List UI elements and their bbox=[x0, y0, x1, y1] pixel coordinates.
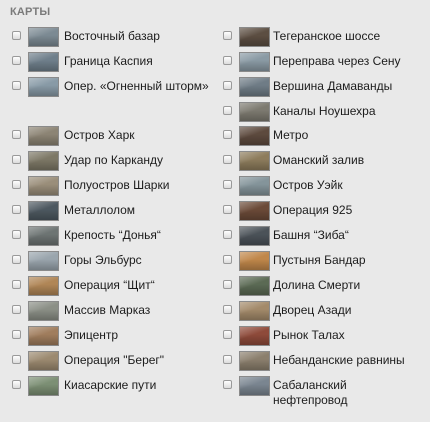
map-checkbox[interactable] bbox=[12, 330, 21, 339]
map-label: Небанданские равнины bbox=[273, 353, 405, 367]
map-label: Переправа через Сену bbox=[273, 54, 401, 68]
map-checkbox[interactable] bbox=[12, 155, 21, 164]
map-thumbnail bbox=[239, 126, 270, 146]
map-thumbnail bbox=[28, 376, 59, 396]
map-label: Эпицентр bbox=[64, 328, 119, 342]
map-thumbnail bbox=[239, 351, 270, 371]
map-thumbnail bbox=[239, 276, 270, 296]
map-label: Операция 925 bbox=[273, 203, 353, 217]
map-label: Полуостров Шарки bbox=[64, 178, 170, 192]
map-label: Дворец Азади bbox=[273, 303, 352, 317]
map-checkbox[interactable] bbox=[223, 255, 232, 264]
map-thumbnail bbox=[28, 226, 59, 246]
map-thumbnail bbox=[28, 276, 59, 296]
map-checkbox[interactable] bbox=[12, 180, 21, 189]
map-label: Тегеранское шоссе bbox=[273, 29, 381, 43]
map-thumbnail bbox=[239, 77, 270, 97]
map-thumbnail bbox=[28, 251, 59, 271]
map-label: Киасарские пути bbox=[64, 378, 157, 392]
map-label: Вершина Дамаванды bbox=[273, 79, 393, 93]
map-label: Опер. «Огненный шторм» bbox=[64, 79, 209, 93]
map-label: Оманский залив bbox=[273, 153, 365, 167]
map-label: Долина Смерти bbox=[273, 278, 361, 292]
map-label: Рынок Талах bbox=[273, 328, 345, 342]
map-thumbnail bbox=[28, 201, 59, 221]
map-checkbox[interactable] bbox=[12, 56, 21, 65]
map-thumbnail bbox=[239, 301, 270, 321]
map-label: Граница Каспия bbox=[64, 54, 153, 68]
map-checkbox[interactable] bbox=[223, 330, 232, 339]
map-label: Операция "Берег" bbox=[64, 353, 165, 367]
map-label: Удар по Карканду bbox=[64, 153, 164, 167]
map-thumbnail bbox=[28, 351, 59, 371]
map-checkbox[interactable] bbox=[223, 130, 232, 139]
map-thumbnail bbox=[28, 176, 59, 196]
map-label: Горы Эльбурс bbox=[64, 253, 142, 267]
map-checkbox[interactable] bbox=[12, 380, 21, 389]
map-checkbox[interactable] bbox=[223, 380, 232, 389]
map-checkbox[interactable] bbox=[223, 56, 232, 65]
map-thumbnail bbox=[239, 376, 270, 396]
map-thumbnail bbox=[28, 126, 59, 146]
map-label: Башня “Зиба“ bbox=[273, 228, 349, 242]
map-checkbox[interactable] bbox=[223, 81, 232, 90]
map-checkbox[interactable] bbox=[12, 305, 21, 314]
map-checkbox[interactable] bbox=[12, 205, 21, 214]
map-thumbnail bbox=[239, 52, 270, 72]
map-label: Массив Марказ bbox=[64, 303, 151, 317]
map-checkbox[interactable] bbox=[12, 130, 21, 139]
map-label: Метро bbox=[273, 128, 309, 142]
map-checkbox[interactable] bbox=[223, 205, 232, 214]
map-label: Крепость “Донья“ bbox=[64, 228, 161, 242]
map-thumbnail bbox=[239, 27, 270, 47]
map-thumbnail bbox=[239, 151, 270, 171]
map-checkbox[interactable] bbox=[12, 31, 21, 40]
map-thumbnail bbox=[28, 326, 59, 346]
map-thumbnail bbox=[239, 251, 270, 271]
map-label: Остров Уэйк bbox=[273, 178, 343, 192]
map-label: Каналы Ноушехра bbox=[273, 104, 376, 118]
map-thumbnail bbox=[239, 102, 270, 122]
map-thumbnail bbox=[28, 77, 59, 97]
map-label: Остров Харк bbox=[64, 128, 135, 142]
map-thumbnail bbox=[239, 201, 270, 221]
map-checkbox[interactable] bbox=[12, 230, 21, 239]
map-checkbox[interactable] bbox=[223, 155, 232, 164]
map-label: Металлолом bbox=[64, 203, 136, 217]
map-checkbox[interactable] bbox=[223, 280, 232, 289]
map-thumbnail bbox=[28, 27, 59, 47]
map-thumbnail bbox=[28, 151, 59, 171]
map-label: Восточный базар bbox=[64, 29, 160, 43]
map-checkbox[interactable] bbox=[12, 255, 21, 264]
map-label: Операция “Щит“ bbox=[64, 278, 155, 292]
map-label: Сабаланский нефтепровод bbox=[273, 378, 348, 407]
map-checkbox[interactable] bbox=[223, 305, 232, 314]
map-label: Пустыня Бандар bbox=[273, 253, 366, 267]
map-checkbox[interactable] bbox=[12, 81, 21, 90]
section-title: КАРТЫ bbox=[10, 6, 51, 18]
map-checkbox[interactable] bbox=[223, 106, 232, 115]
map-checkbox[interactable] bbox=[223, 31, 232, 40]
map-checkbox[interactable] bbox=[223, 230, 232, 239]
map-thumbnail bbox=[239, 226, 270, 246]
map-thumbnail bbox=[28, 52, 59, 72]
map-checkbox[interactable] bbox=[12, 280, 21, 289]
map-checkbox[interactable] bbox=[12, 355, 21, 364]
map-thumbnail bbox=[28, 301, 59, 321]
map-checkbox[interactable] bbox=[223, 180, 232, 189]
map-checkbox[interactable] bbox=[223, 355, 232, 364]
map-thumbnail bbox=[239, 326, 270, 346]
map-thumbnail bbox=[239, 176, 270, 196]
